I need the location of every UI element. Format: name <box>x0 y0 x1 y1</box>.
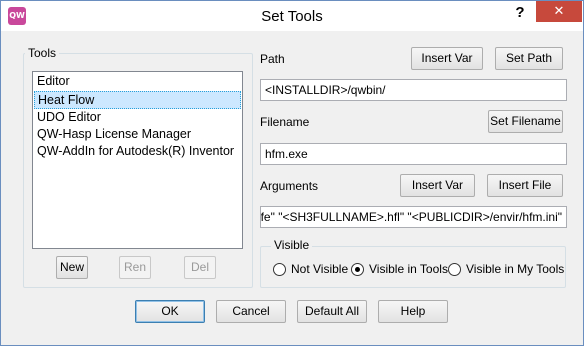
filename-input[interactable]: hfm.exe <box>260 143 567 165</box>
path-input[interactable]: <INSTALLDIR>/qwbin/ <box>260 79 567 101</box>
help-icon[interactable]: ? <box>513 4 527 24</box>
radio-button[interactable] <box>448 263 461 276</box>
insert-file-button[interactable]: Insert File <box>487 174 563 197</box>
tools-listbox[interactable]: Editor Heat Flow UDO Editor QW-Hasp Lice… <box>32 71 243 249</box>
filename-label: Filename <box>260 115 310 129</box>
radio-visible-in-tools[interactable]: Visible in Tools <box>351 262 448 278</box>
arguments-input[interactable]: ME>.hfe" "<SH3FULLNAME>.hfl" "<PUBLICDIR… <box>260 206 567 228</box>
radio-label: Not Visible <box>291 262 349 276</box>
radio-label: Visible in Tools <box>369 262 448 276</box>
arguments-label: Arguments <box>260 179 319 193</box>
ren-button[interactable]: Ren <box>119 256 151 279</box>
radio-button[interactable] <box>273 263 286 276</box>
new-button[interactable]: New <box>56 256 88 279</box>
visible-group-label: Visible <box>271 238 313 252</box>
set-path-button[interactable]: Set Path <box>495 47 563 70</box>
del-button[interactable]: Del <box>184 256 216 279</box>
list-item[interactable]: UDO Editor <box>34 109 241 127</box>
set-filename-button[interactable]: Set Filename <box>488 110 563 133</box>
radio-visible-in-my-tools[interactable]: Visible in My Tools <box>448 262 564 278</box>
ok-button[interactable]: OK <box>135 300 205 323</box>
list-item[interactable]: QW-Hasp License Manager <box>34 126 241 144</box>
path-insert-var-button[interactable]: Insert Var <box>411 47 483 70</box>
list-item[interactable]: Editor <box>34 73 241 91</box>
title-bar[interactable]: QW Set Tools ? ✕ <box>1 1 583 31</box>
cancel-button[interactable]: Cancel <box>216 300 286 323</box>
path-label: Path <box>260 52 285 66</box>
list-item[interactable]: QW-AddIn for Autodesk(R) Inventor <box>34 143 241 161</box>
list-item-selected[interactable]: Heat Flow <box>34 91 241 109</box>
close-button[interactable]: ✕ <box>536 1 582 22</box>
radio-label: Visible in My Tools <box>466 262 565 276</box>
dialog-title: Set Tools <box>261 8 323 25</box>
set-tools-dialog: QW Set Tools ? ✕ Tools Editor Heat Flow … <box>0 0 584 346</box>
arguments-insert-var-button[interactable]: Insert Var <box>400 174 475 197</box>
help-button[interactable]: Help <box>378 300 448 323</box>
default-all-button[interactable]: Default All <box>297 300 367 323</box>
arguments-value: ME>.hfe" "<SH3FULLNAME>.hfl" "<PUBLICDIR… <box>260 210 562 224</box>
tools-group-label: Tools <box>25 46 60 60</box>
radio-button-checked[interactable] <box>351 263 364 276</box>
radio-not-visible[interactable]: Not Visible <box>273 262 348 278</box>
